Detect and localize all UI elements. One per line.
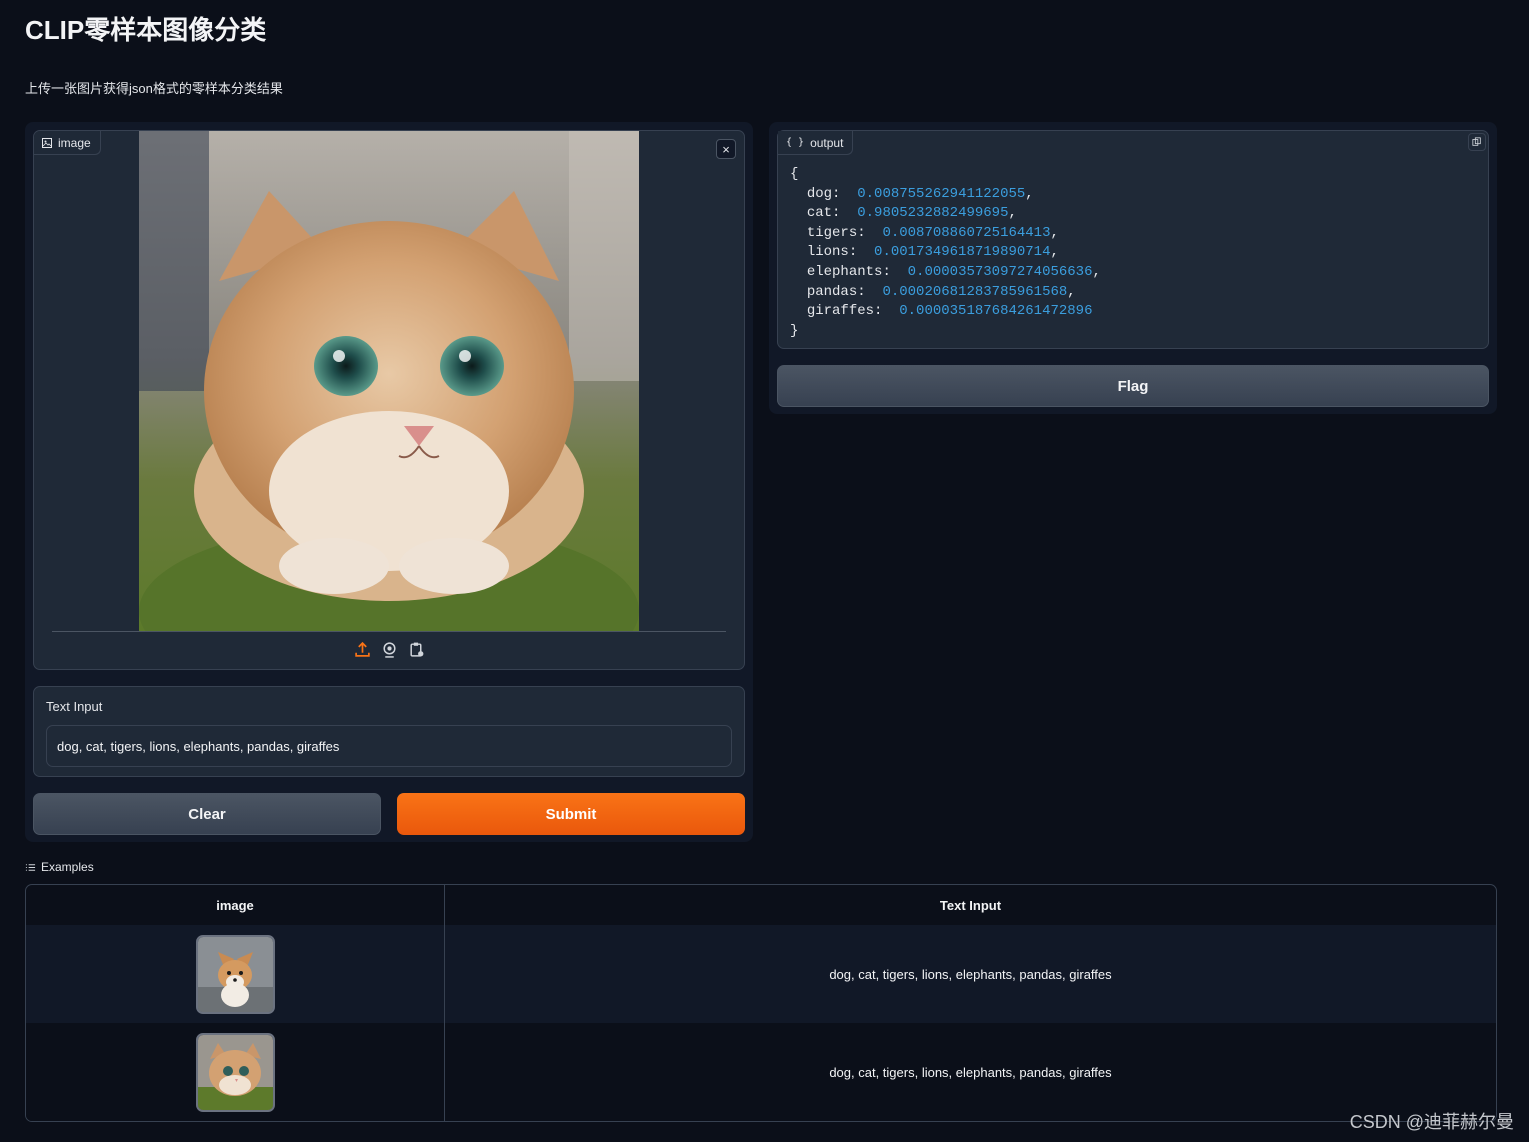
json-value-pandas: 0.00020681283785961568: [882, 283, 1068, 300]
json-key-tigers: tigers: [806, 224, 858, 241]
copy-button[interactable]: [1468, 133, 1486, 151]
upload-icon[interactable]: [354, 641, 371, 658]
list-icon: [25, 863, 36, 871]
image-label-tag: image: [34, 131, 101, 155]
example-row[interactable]: dog, cat, tigers, lions, elephants, pand…: [26, 925, 1496, 1023]
submit-button[interactable]: Submit: [397, 793, 745, 835]
page-title: CLIP零样本图像分类: [25, 15, 267, 45]
output-label-tag: { } output: [778, 131, 854, 155]
example-image-cell: [26, 925, 445, 1023]
close-icon: ×: [722, 141, 730, 157]
output-label: output: [810, 135, 844, 150]
json-value-tigers: 0.008708860725164413: [882, 224, 1051, 241]
example-text-cell: dog, cat, tigers, lions, elephants, pand…: [829, 1064, 1112, 1080]
json-key-giraffes: giraffes: [806, 303, 875, 320]
input-panel: image × Text Input dog, cat, tigers, lio…: [25, 122, 753, 842]
json-value-dog: 0.008755262941122055: [857, 185, 1026, 202]
json-key-dog: dog: [806, 185, 833, 202]
json-open-brace: {: [790, 166, 799, 182]
clear-button[interactable]: Clear: [33, 793, 381, 835]
image-source-selector: [34, 641, 744, 658]
json-key-pandas: pandas: [806, 283, 858, 300]
example-text-cell: dog, cat, tigers, lions, elephants, pand…: [829, 966, 1112, 982]
image-icon: [42, 137, 52, 148]
image-upload[interactable]: image ×: [33, 130, 745, 670]
uploaded-cat-photo: [139, 131, 639, 631]
examples-table-header: image Text Input: [26, 885, 1496, 925]
json-key-cat: cat: [806, 205, 833, 222]
json-braces-icon: { }: [786, 137, 805, 148]
json-key-lions: lions: [806, 244, 849, 261]
page-description: 上传一张图片获得json格式的零样本分类结果: [25, 81, 283, 96]
examples-header: Examples: [25, 860, 94, 874]
watermark: CSDN @迪菲赫尔曼: [1349, 1112, 1514, 1132]
examples-table: image Text Input dog, cat, tigers, lions…: [25, 884, 1497, 1122]
image-label: image: [58, 135, 91, 150]
json-key-elephants: elephants: [806, 263, 883, 280]
header-text-input: Text Input: [939, 897, 1002, 913]
example-image-cell: [26, 1023, 445, 1121]
header-image: image: [26, 885, 445, 925]
examples-label: Examples: [41, 860, 94, 874]
webcam-icon[interactable]: [381, 641, 398, 658]
clipboard-icon[interactable]: [408, 641, 425, 658]
json-value-giraffes: 0.000035187684261472896: [899, 303, 1093, 320]
json-value-elephants: 0.00003573097274056636: [907, 263, 1093, 280]
image-divider: [52, 631, 726, 632]
json-close-brace: }: [790, 322, 799, 339]
json-output: { } output { dog: 0.008755262941122055, …: [777, 130, 1489, 349]
labels-text-input[interactable]: [46, 725, 732, 767]
json-value-cat: 0.9805232882499695: [857, 205, 1009, 222]
clear-image-button[interactable]: ×: [716, 139, 736, 159]
example-row[interactable]: dog, cat, tigers, lions, elephants, pand…: [26, 1023, 1496, 1121]
json-content: { dog: 0.008755262941122055, cat: 0.9805…: [790, 166, 1101, 339]
cat-thumbnail[interactable]: [195, 1032, 275, 1112]
text-input-label: Text Input: [46, 699, 103, 714]
corgi-thumbnail[interactable]: [195, 934, 275, 1014]
text-input-block: Text Input: [33, 686, 745, 777]
copy-icon: [1472, 137, 1481, 146]
json-value-lions: 0.0017349618719890714: [874, 244, 1051, 261]
flag-button[interactable]: Flag: [777, 365, 1489, 407]
